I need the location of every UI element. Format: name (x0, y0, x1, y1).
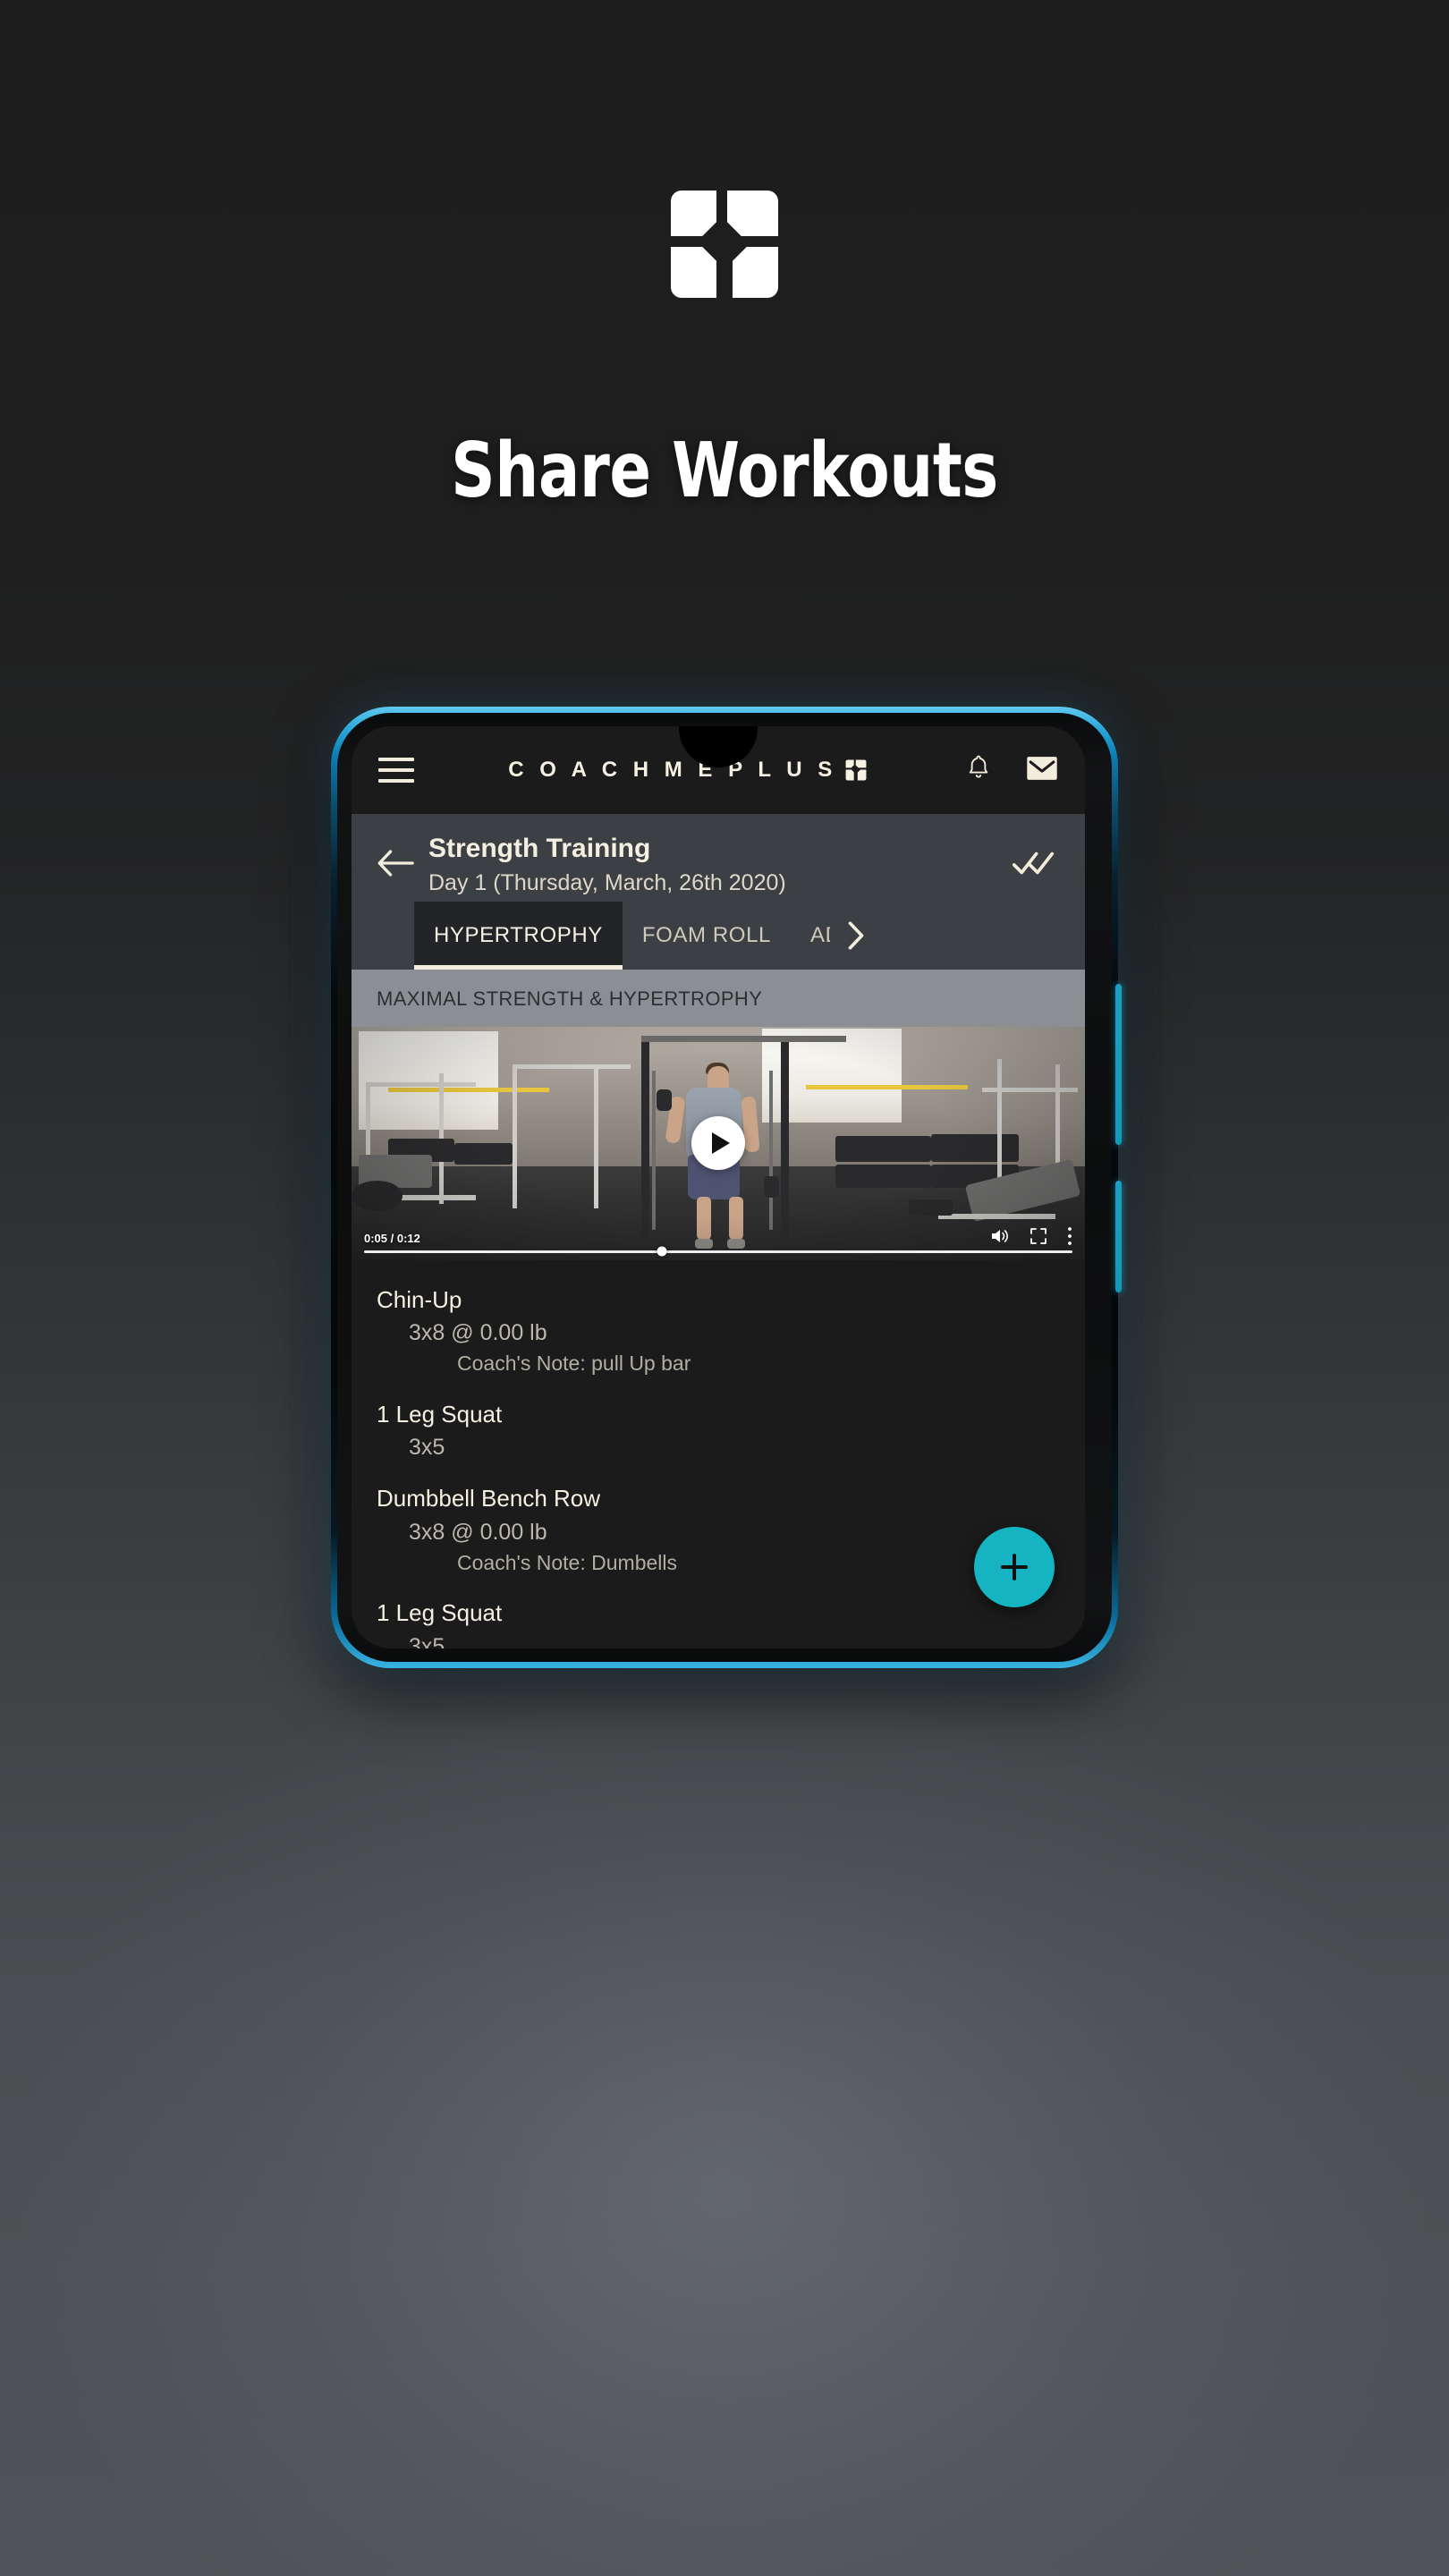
coachmeplus-mark-icon (844, 758, 868, 782)
phone-mockup: C O A C H M E P L U S Strength Training … (331, 707, 1122, 1668)
exercise-video-player[interactable]: 0:05 / 0:12 (352, 1026, 1085, 1260)
tab-label: HYPERTROPHY (434, 922, 603, 947)
fullscreen-icon[interactable] (1030, 1227, 1047, 1250)
exercise-sets: 3x8 @ 0.00 lb (409, 1320, 547, 1346)
exercise-name: 1 Leg Squat (377, 1599, 503, 1627)
video-progress-scrubber[interactable] (364, 1246, 1072, 1257)
tab-foam-roll[interactable]: FOAM ROLL (623, 902, 791, 970)
app-bar-icons (965, 753, 1058, 788)
video-time-display: 0:05 / 0:12 (364, 1232, 420, 1246)
video-progress-knob[interactable] (657, 1246, 667, 1257)
page-title: Share Workouts (451, 427, 998, 515)
coachmeplus-quadrant-logo-icon (657, 177, 792, 311)
exercise-coach-note: Coach's Note: Dumbells (457, 1550, 677, 1574)
workout-subtitle: Day 1 (Thursday, March, 26th 2020) (428, 869, 786, 895)
volume-icon[interactable] (990, 1227, 1010, 1250)
workout-tabs: HYPERTROPHY FOAM ROLL AD (352, 901, 1085, 970)
tab-label: AD (809, 922, 830, 947)
workout-titles: Strength Training Day 1 (Thursday, March… (419, 834, 1012, 896)
arrow-left-icon[interactable] (377, 834, 419, 883)
more-vertical-icon[interactable] (1067, 1226, 1072, 1250)
exercise-name: Chin-Up (377, 1285, 462, 1313)
exercise-sets: 3x8 @ 0.00 lb (409, 1519, 547, 1545)
exercise-name: Dumbbell Bench Row (377, 1485, 601, 1513)
brand-label: C O A C H M E P L U S (508, 758, 837, 782)
phone-side-button-power[interactable] (1115, 1181, 1122, 1292)
exercise-sets: 3x5 (409, 1633, 445, 1648)
exercise-sets: 3x5 (409, 1435, 445, 1461)
play-icon[interactable] (691, 1116, 745, 1171)
phone-side-button-volume[interactable] (1115, 984, 1122, 1145)
tab-label: FOAM ROLL (641, 922, 771, 947)
chevron-right-icon[interactable] (830, 902, 882, 970)
add-exercise-button[interactable] (974, 1527, 1055, 1607)
envelope-icon[interactable] (1026, 755, 1058, 786)
tab-hypertrophy[interactable]: HYPERTROPHY (414, 901, 623, 970)
list-item[interactable]: 1 Leg Squat 3x5 (352, 1598, 1085, 1648)
phone-screen: C O A C H M E P L U S Strength Training … (352, 726, 1085, 1648)
brand: C O A C H M E P L U S (419, 758, 956, 783)
hamburger-menu-icon[interactable] (378, 758, 414, 783)
exercise-name: 1 Leg Squat (377, 1400, 503, 1428)
workout-title: Strength Training (428, 834, 651, 863)
double-check-icon[interactable] (1012, 834, 1060, 883)
list-item[interactable]: 1 Leg Squat 3x5 (352, 1400, 1085, 1462)
exercise-coach-note: Coach's Note: pull Up bar (457, 1352, 691, 1376)
bell-icon[interactable] (965, 753, 992, 788)
workout-header: Strength Training Day 1 (Thursday, March… (352, 814, 1085, 902)
section-header: MAXIMAL STRENGTH & HYPERTROPHY (352, 969, 1085, 1027)
video-controls: 0:05 / 0:12 (352, 1217, 1085, 1260)
list-item[interactable]: Chin-Up 3x8 @ 0.00 lb Coach's Note: pull… (352, 1285, 1085, 1377)
tab-additional[interactable]: AD (791, 902, 830, 970)
